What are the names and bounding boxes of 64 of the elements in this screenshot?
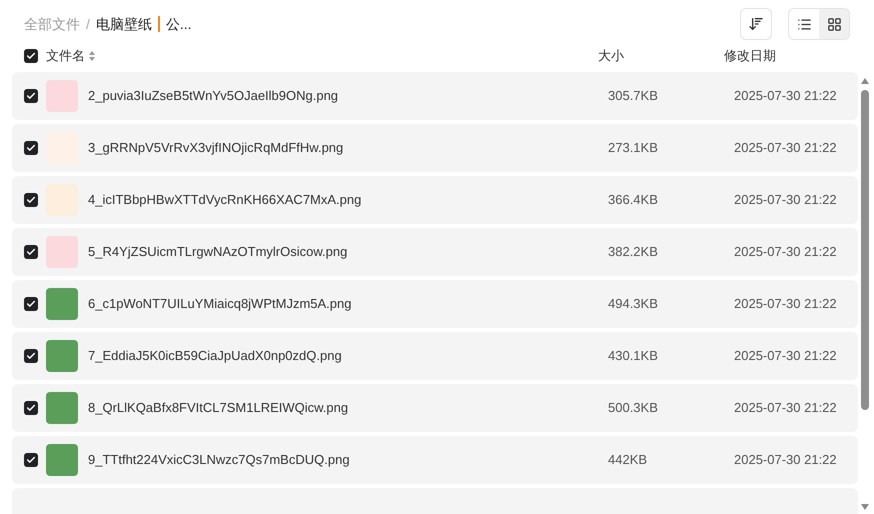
- checkbox[interactable]: [24, 401, 38, 415]
- file-size: 366.4KB: [608, 191, 659, 210]
- checkbox[interactable]: [24, 297, 38, 311]
- check-icon: [26, 143, 36, 153]
- sort-button[interactable]: [740, 8, 772, 40]
- column-header: 大小: [598, 47, 625, 66]
- sort-icon[interactable]: [89, 51, 95, 61]
- file-row[interactable]: 5_R4YjZSUicmTLrgwNAzOTmylrOsicow.png 382.2KB 2025-07-30 21:22: [12, 228, 858, 276]
- sort-icon: [748, 16, 764, 32]
- modified-date: 2025-07-30 21:22: [734, 139, 838, 158]
- scroll-up-icon[interactable]: [861, 78, 869, 84]
- modified-date: 2025-07-30 21:22: [734, 243, 838, 262]
- breadcrumb-current: 电脑壁纸: [96, 14, 152, 34]
- breadcrumb-separator: /: [86, 14, 90, 34]
- file-row[interactable]: 9_TTtfht224VxicC3LNwzc7Qs7mBcDUQ.png 442KB 2025-07-30 21:22: [12, 436, 858, 484]
- file-name[interactable]: 9_TTtfht224VxicC3LNwzc7Qs7mBcDUQ.png: [88, 450, 350, 470]
- file-row[interactable]: 3_gRRNpV5VrRvX3vjfINOjicRqMdFfHw.png 273.1KB 2025-07-30 21:22: [12, 124, 858, 172]
- file-row[interactable]: 4_icITBbpHBwXTTdVycRnKH66XAC7MxA.png 366.4KB 2025-07-30 21:22: [12, 176, 858, 224]
- list-icon: [796, 16, 812, 32]
- file-row[interactable]: 8_QrLlKQaBfx8FVItCL7SM1LREIWQicw.png 500.3KB 2025-07-30 21:22: [12, 384, 858, 432]
- file-name[interactable]: 7_EddiaJ5K0icB59CiaJpUadX0np0zdQ.png: [88, 346, 342, 366]
- file-name[interactable]: 5_R4YjZSUicmTLrgwNAzOTmylrOsicow.png: [88, 242, 348, 262]
- check-icon: [26, 299, 36, 309]
- checkbox[interactable]: [24, 349, 38, 363]
- checkbox[interactable]: [24, 245, 38, 259]
- file-size: 430.1KB: [608, 347, 659, 366]
- checkbox[interactable]: [24, 453, 38, 467]
- column-header[interactable]: 文件名: [46, 46, 85, 66]
- file-name[interactable]: 2_puvia3IuZseB5tWnYv5OJaeIlb9ONg.png: [88, 86, 338, 106]
- file-size: 273.1KB: [608, 139, 659, 158]
- modified-date: 2025-07-30 21:22: [734, 347, 838, 366]
- modified-date: 2025-07-30 21:22: [734, 191, 838, 210]
- check-icon: [26, 195, 36, 205]
- file-name[interactable]: 4_icITBbpHBwXTTdVycRnKH66XAC7MxA.png: [88, 190, 362, 210]
- file-size: 494.3KB: [608, 295, 659, 314]
- modified-date: 2025-07-30 21:22: [734, 87, 838, 106]
- check-icon: [26, 91, 36, 101]
- file-name[interactable]: 8_QrLlKQaBfx8FVItCL7SM1LREIWQicw.png: [88, 398, 348, 418]
- check-icon: [26, 403, 36, 413]
- file-size: 442KB: [608, 451, 648, 470]
- file-size: 500.3KB: [608, 399, 659, 418]
- check-icon: [26, 247, 36, 257]
- breadcrumb-current: 公...: [166, 14, 192, 34]
- checkbox[interactable]: [24, 49, 38, 63]
- grid-view-button[interactable]: [819, 9, 849, 39]
- modified-date: 2025-07-30 21:22: [734, 451, 838, 470]
- modified-date: 2025-07-30 21:22: [734, 399, 838, 418]
- scroll-down-icon[interactable]: [861, 504, 869, 510]
- file-name[interactable]: 6_c1pWoNT7UILuYMiaicq8jWPtMJzm5A.png: [88, 294, 352, 314]
- checkbox[interactable]: [24, 193, 38, 207]
- check-icon: [26, 51, 36, 61]
- file-size: 305.7KB: [608, 87, 659, 106]
- file-size: 382.2KB: [608, 243, 659, 262]
- check-icon: [26, 351, 36, 361]
- file-row[interactable]: 2_puvia3IuZseB5tWnYv5OJaeIlb9ONg.png 305.7KB 2025-07-30 21:22: [12, 72, 858, 120]
- checkbox[interactable]: [24, 141, 38, 155]
- checkbox[interactable]: [24, 89, 38, 103]
- modified-date: 2025-07-30 21:22: [734, 295, 838, 314]
- file-name[interactable]: 3_gRRNpV5VrRvX3vjfINOjicRqMdFfHw.png: [88, 138, 344, 158]
- file-row[interactable]: 6_c1pWoNT7UILuYMiaicq8jWPtMJzm5A.png 494.3KB 2025-07-30 21:22: [12, 280, 858, 328]
- grid-icon: [826, 16, 842, 32]
- file-row[interactable]: 7_EddiaJ5K0icB59CiaJpUadX0np0zdQ.png 430.1KB 2025-07-30 21:22: [12, 332, 858, 380]
- column-header: 修改日期: [724, 47, 777, 66]
- check-icon: [26, 455, 36, 465]
